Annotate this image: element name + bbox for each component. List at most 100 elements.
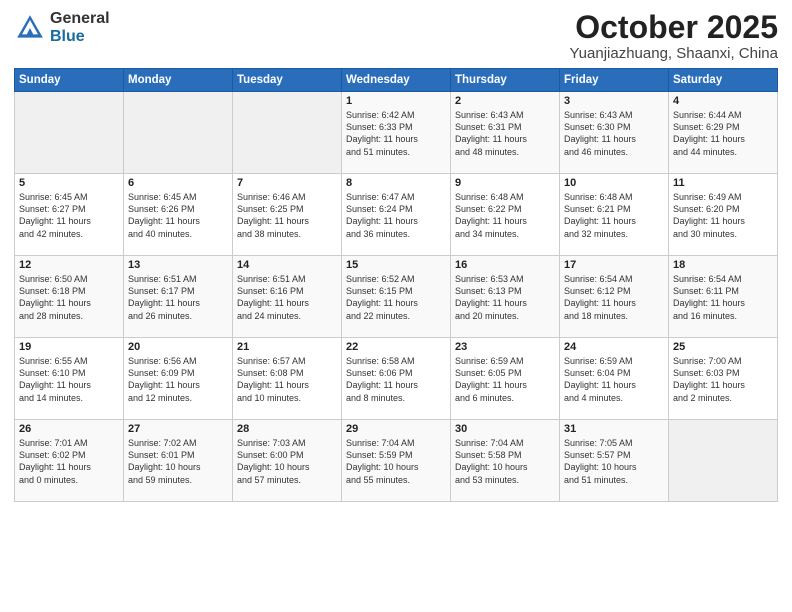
day-number: 1	[346, 95, 446, 107]
calendar-cell	[15, 92, 124, 174]
calendar-cell: 12Sunrise: 6:50 AM Sunset: 6:18 PM Dayli…	[15, 256, 124, 338]
col-thursday: Thursday	[451, 69, 560, 92]
calendar-cell: 24Sunrise: 6:59 AM Sunset: 6:04 PM Dayli…	[560, 338, 669, 420]
calendar-cell: 22 Sunrise: 6:58 AM Sunset: 6:06 PM Dayli…	[342, 338, 451, 420]
day-number: 17	[564, 259, 664, 271]
calendar-cell: 6 Sunrise: 6:45 AM Sunset: 6:26 PM Daylig…	[124, 174, 233, 256]
day-info: Sunrise: 6:58 AM Sunset: 6:06 PM Dayligh…	[346, 355, 446, 404]
day-info: Sunrise: 6:53 AM Sunset: 6:13 PM Dayligh…	[455, 273, 555, 322]
day-number: 22	[346, 341, 446, 353]
day-info: Sunrise: 6:48 AM Sunset: 6:21 PM Dayligh…	[564, 191, 664, 240]
calendar-cell: 8 Sunrise: 6:47 AM Sunset: 6:24 PM Daylig…	[342, 174, 451, 256]
day-info: Sunrise: 6:47 AM Sunset: 6:24 PM Dayligh…	[346, 191, 446, 240]
day-number: 13	[128, 259, 228, 271]
day-number: 3	[564, 95, 664, 107]
col-friday: Friday	[560, 69, 669, 92]
day-info: Sunrise: 7:04 AM Sunset: 5:58 PM Dayligh…	[455, 437, 555, 486]
day-number: 14	[237, 259, 337, 271]
day-number: 4	[673, 95, 773, 107]
day-info: Sunrise: 6:49 AM Sunset: 6:20 PM Dayligh…	[673, 191, 773, 240]
day-number: 20	[128, 341, 228, 353]
day-info: Sunrise: 7:03 AM Sunset: 6:00 PM Dayligh…	[237, 437, 337, 486]
col-tuesday: Tuesday	[233, 69, 342, 92]
day-number: 10	[564, 177, 664, 189]
calendar-cell: 27 Sunrise: 7:02 AM Sunset: 6:01 PM Dayli…	[124, 420, 233, 502]
calendar-cell: 25 Sunrise: 7:00 AM Sunset: 6:03 PM Dayli…	[669, 338, 778, 420]
calendar-week-2: 5 Sunrise: 6:45 AM Sunset: 6:27 PM Daylig…	[15, 174, 778, 256]
day-number: 6	[128, 177, 228, 189]
day-number: 2	[455, 95, 555, 107]
day-number: 24	[564, 341, 664, 353]
calendar-cell	[124, 92, 233, 174]
calendar-cell: 16Sunrise: 6:53 AM Sunset: 6:13 PM Dayli…	[451, 256, 560, 338]
calendar-cell: 10 Sunrise: 6:48 AM Sunset: 6:21 PM Dayli…	[560, 174, 669, 256]
calendar-cell: 30Sunrise: 7:04 AM Sunset: 5:58 PM Dayli…	[451, 420, 560, 502]
day-info: Sunrise: 6:51 AM Sunset: 6:17 PM Dayligh…	[128, 273, 228, 322]
day-number: 9	[455, 177, 555, 189]
calendar-table: Sunday Monday Tuesday Wednesday Thursday…	[14, 68, 778, 502]
calendar-cell: 13 Sunrise: 6:51 AM Sunset: 6:17 PM Dayli…	[124, 256, 233, 338]
calendar-cell: 11 Sunrise: 6:49 AM Sunset: 6:20 PM Dayli…	[669, 174, 778, 256]
day-number: 26	[19, 423, 119, 435]
logo-icon	[14, 12, 46, 44]
day-info: Sunrise: 7:05 AM Sunset: 5:57 PM Dayligh…	[564, 437, 664, 486]
day-number: 23	[455, 341, 555, 353]
calendar-cell: 14Sunrise: 6:51 AM Sunset: 6:16 PM Dayli…	[233, 256, 342, 338]
calendar-cell: 20 Sunrise: 6:56 AM Sunset: 6:09 PM Dayli…	[124, 338, 233, 420]
day-info: Sunrise: 6:45 AM Sunset: 6:26 PM Dayligh…	[128, 191, 228, 240]
calendar-cell: 3 Sunrise: 6:43 AM Sunset: 6:30 PM Daylig…	[560, 92, 669, 174]
day-number: 19	[19, 341, 119, 353]
calendar-cell: 31 Sunrise: 7:05 AM Sunset: 5:57 PM Dayli…	[560, 420, 669, 502]
calendar-cell: 21 Sunrise: 6:57 AM Sunset: 6:08 PM Dayli…	[233, 338, 342, 420]
calendar-cell	[669, 420, 778, 502]
calendar-cell: 23 Sunrise: 6:59 AM Sunset: 6:05 PM Dayli…	[451, 338, 560, 420]
day-number: 29	[346, 423, 446, 435]
day-number: 21	[237, 341, 337, 353]
day-info: Sunrise: 6:59 AM Sunset: 6:05 PM Dayligh…	[455, 355, 555, 404]
calendar-cell: 5 Sunrise: 6:45 AM Sunset: 6:27 PM Daylig…	[15, 174, 124, 256]
calendar-week-3: 12Sunrise: 6:50 AM Sunset: 6:18 PM Dayli…	[15, 256, 778, 338]
day-info: Sunrise: 7:04 AM Sunset: 5:59 PM Dayligh…	[346, 437, 446, 486]
day-number: 8	[346, 177, 446, 189]
day-info: Sunrise: 6:44 AM Sunset: 6:29 PM Dayligh…	[673, 109, 773, 158]
col-monday: Monday	[124, 69, 233, 92]
calendar-week-1: 1Sunrise: 6:42 AM Sunset: 6:33 PM Daylig…	[15, 92, 778, 174]
day-number: 28	[237, 423, 337, 435]
calendar-cell: 1Sunrise: 6:42 AM Sunset: 6:33 PM Daylig…	[342, 92, 451, 174]
day-number: 31	[564, 423, 664, 435]
day-info: Sunrise: 7:00 AM Sunset: 6:03 PM Dayligh…	[673, 355, 773, 404]
day-info: Sunrise: 6:56 AM Sunset: 6:09 PM Dayligh…	[128, 355, 228, 404]
location-title: Yuanjiazhuang, Shaanxi, China	[570, 45, 779, 62]
col-sunday: Sunday	[15, 69, 124, 92]
month-title: October 2025	[570, 10, 779, 45]
calendar-cell: 9Sunrise: 6:48 AM Sunset: 6:22 PM Daylig…	[451, 174, 560, 256]
day-info: Sunrise: 6:45 AM Sunset: 6:27 PM Dayligh…	[19, 191, 119, 240]
day-info: Sunrise: 6:43 AM Sunset: 6:31 PM Dayligh…	[455, 109, 555, 158]
page-container: General Blue October 2025 Yuanjiazhuang,…	[0, 0, 792, 512]
day-number: 12	[19, 259, 119, 271]
day-number: 5	[19, 177, 119, 189]
day-number: 11	[673, 177, 773, 189]
logo-blue-text: Blue	[50, 28, 110, 46]
day-info: Sunrise: 7:02 AM Sunset: 6:01 PM Dayligh…	[128, 437, 228, 486]
day-number: 7	[237, 177, 337, 189]
header-row: Sunday Monday Tuesday Wednesday Thursday…	[15, 69, 778, 92]
calendar-week-4: 19Sunrise: 6:55 AM Sunset: 6:10 PM Dayli…	[15, 338, 778, 420]
day-info: Sunrise: 6:43 AM Sunset: 6:30 PM Dayligh…	[564, 109, 664, 158]
day-info: Sunrise: 6:57 AM Sunset: 6:08 PM Dayligh…	[237, 355, 337, 404]
calendar-cell: 17 Sunrise: 6:54 AM Sunset: 6:12 PM Dayli…	[560, 256, 669, 338]
day-info: Sunrise: 6:54 AM Sunset: 6:12 PM Dayligh…	[564, 273, 664, 322]
day-info: Sunrise: 6:52 AM Sunset: 6:15 PM Dayligh…	[346, 273, 446, 322]
day-info: Sunrise: 7:01 AM Sunset: 6:02 PM Dayligh…	[19, 437, 119, 486]
logo: General Blue	[14, 10, 110, 45]
calendar-week-5: 26 Sunrise: 7:01 AM Sunset: 6:02 PM Dayli…	[15, 420, 778, 502]
header: General Blue October 2025 Yuanjiazhuang,…	[14, 10, 778, 62]
day-number: 27	[128, 423, 228, 435]
calendar-cell: 26 Sunrise: 7:01 AM Sunset: 6:02 PM Dayli…	[15, 420, 124, 502]
calendar-cell	[233, 92, 342, 174]
day-number: 25	[673, 341, 773, 353]
calendar-cell: 28 Sunrise: 7:03 AM Sunset: 6:00 PM Dayli…	[233, 420, 342, 502]
calendar-cell: 2 Sunrise: 6:43 AM Sunset: 6:31 PM Daylig…	[451, 92, 560, 174]
day-number: 18	[673, 259, 773, 271]
day-number: 15	[346, 259, 446, 271]
